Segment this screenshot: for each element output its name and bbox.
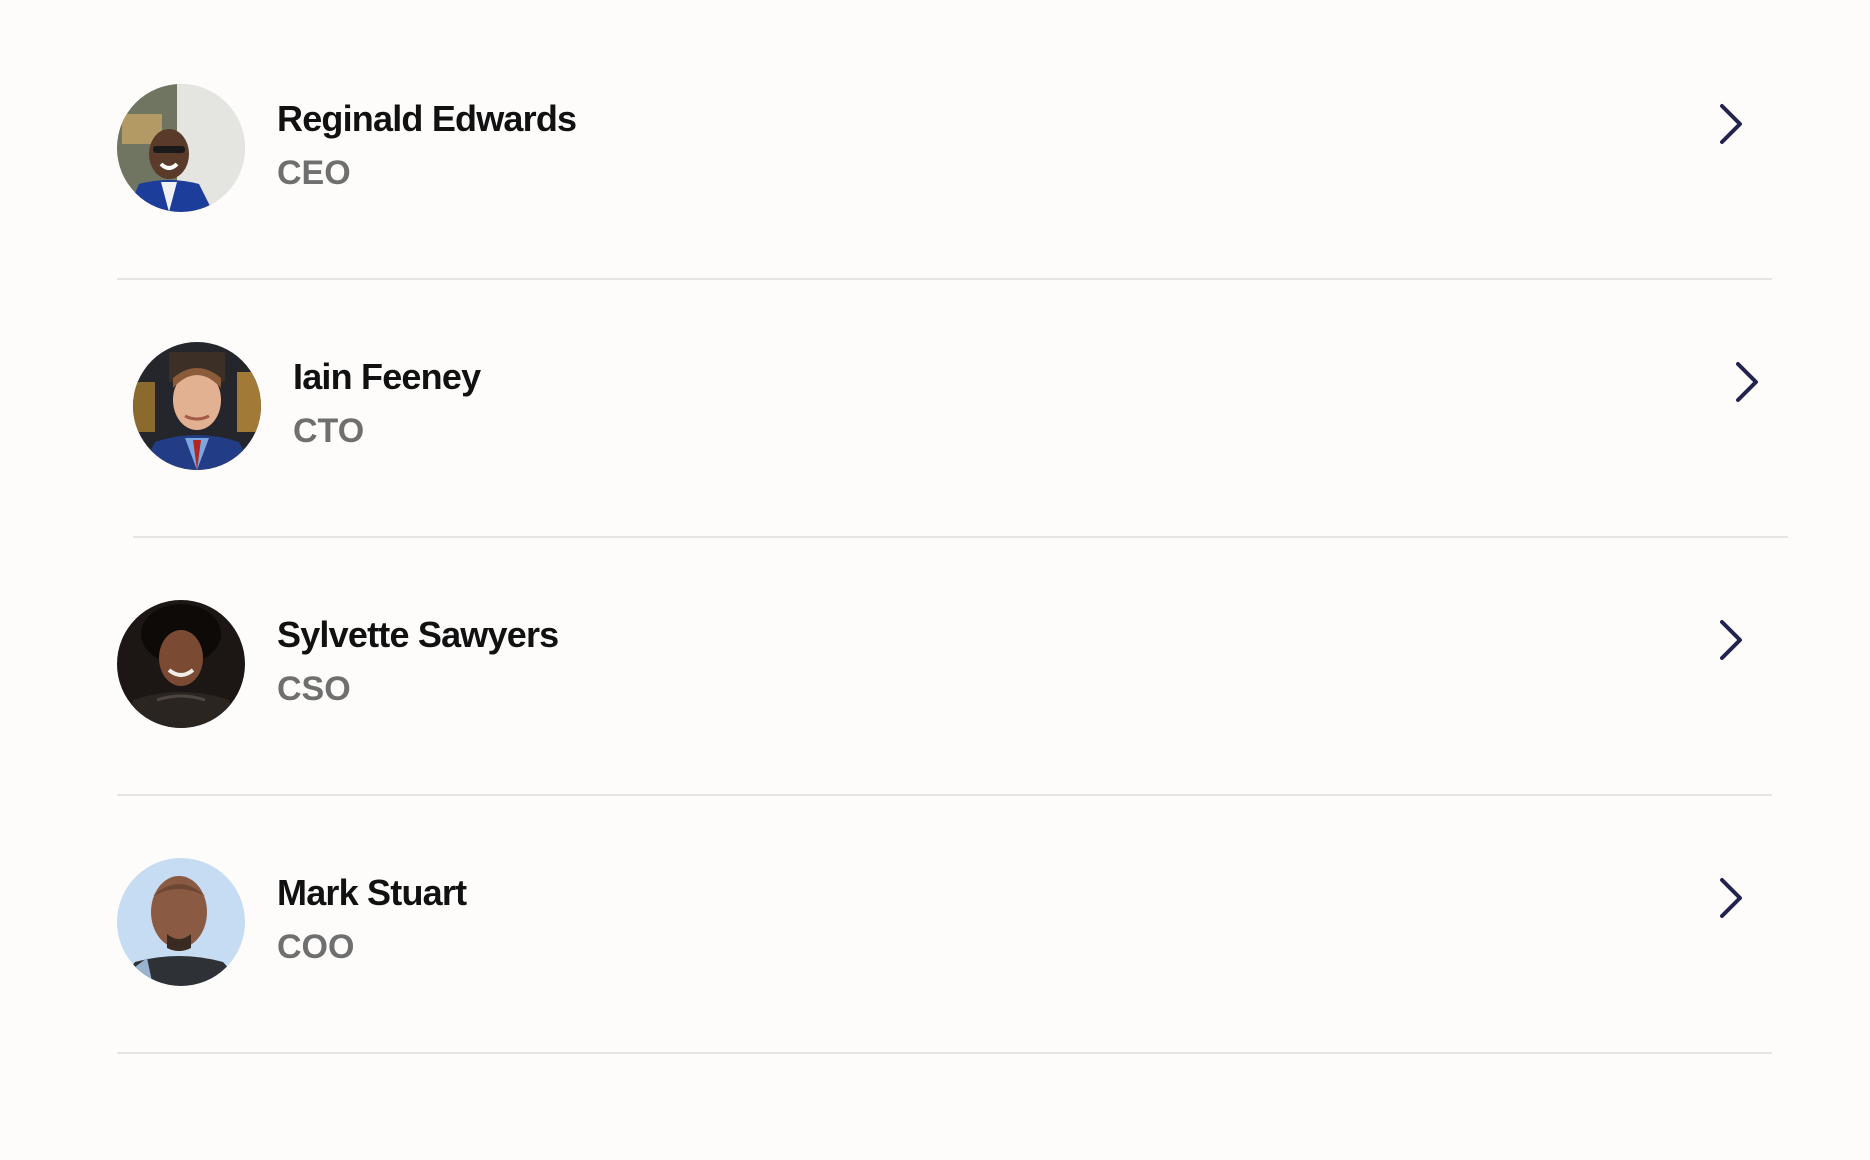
- team-member-row[interactable]: Mark Stuart COO: [117, 774, 1772, 1054]
- team-member-row[interactable]: Reginald Edwards CEO: [117, 0, 1772, 280]
- team-member-list: Reginald Edwards CEO Iain Feeney CTO Syl…: [0, 0, 1870, 1160]
- member-name: Sylvette Sawyers: [277, 614, 559, 655]
- chevron-right-icon[interactable]: [1716, 102, 1746, 146]
- member-role: CTO: [293, 412, 365, 450]
- avatar: [117, 858, 245, 986]
- avatar: [117, 84, 245, 212]
- avatar: [117, 600, 245, 728]
- member-role: COO: [277, 928, 355, 966]
- chevron-right-icon[interactable]: [1732, 360, 1762, 404]
- team-member-row[interactable]: Sylvette Sawyers CSO: [117, 516, 1772, 796]
- avatar: [133, 342, 261, 470]
- chevron-right-icon[interactable]: [1716, 876, 1746, 920]
- member-role: CSO: [277, 670, 351, 708]
- team-member-row[interactable]: Iain Feeney CTO: [133, 258, 1788, 538]
- member-role: CEO: [277, 154, 351, 192]
- member-name: Reginald Edwards: [277, 98, 577, 139]
- member-name: Mark Stuart: [277, 872, 467, 913]
- member-name: Iain Feeney: [293, 356, 481, 397]
- chevron-right-icon[interactable]: [1716, 618, 1746, 662]
